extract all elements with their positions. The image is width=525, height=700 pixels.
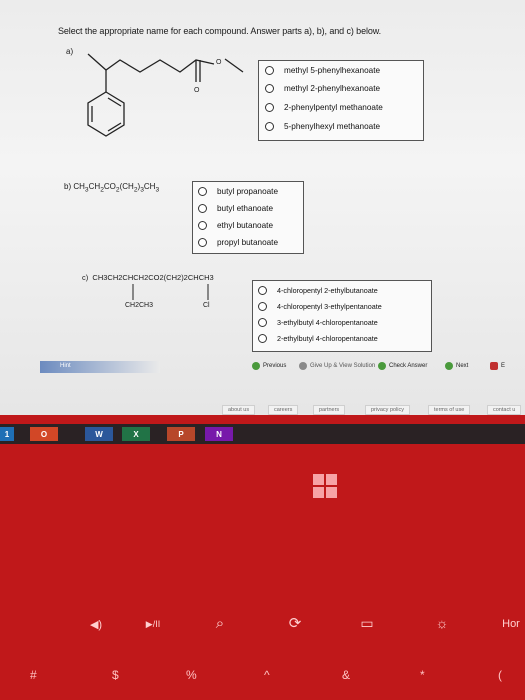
dollar-key[interactable]: $ [112, 668, 119, 682]
question-c-options: 4-chloropentyl 2-ethylbutanoate 4-chloro… [252, 280, 432, 352]
radio-icon[interactable] [258, 286, 267, 295]
instructions: Select the appropriate name for each com… [58, 26, 382, 36]
powerpoint-app-icon[interactable]: P [167, 427, 195, 441]
footer-link[interactable]: terms of use [428, 405, 471, 415]
play-pause-key-icon[interactable]: ▶/II [140, 617, 166, 631]
footer-links: about us careers partners privacy policy… [0, 405, 525, 415]
option-b3[interactable]: ethyl butanoate [198, 221, 273, 230]
share-key-icon[interactable]: ⟳ [285, 614, 305, 632]
paren-key[interactable]: ( [498, 668, 502, 682]
radio-icon[interactable] [258, 334, 267, 343]
option-c1[interactable]: 4-chloropentyl 2-ethylbutanoate [258, 286, 378, 295]
question-b-formula: b) CH3CH2CO2(CH2)3CH3 [64, 182, 160, 194]
give-up-icon [299, 362, 307, 370]
search-key-icon[interactable]: ⌕ [210, 614, 230, 632]
question-b-options: butyl propanoate butyl ethanoate ethyl b… [192, 181, 304, 254]
option-b1[interactable]: butyl propanoate [198, 187, 278, 196]
substituent-ethyl: CH2CH3 [125, 302, 154, 309]
give-up-button[interactable]: Give Up & View Solution [299, 362, 375, 370]
footer-link[interactable]: about us [222, 405, 256, 415]
footer-link[interactable]: careers [268, 405, 299, 415]
option-a3[interactable]: 2-phenylpentyl methanoate [265, 103, 383, 112]
excel-app-icon[interactable]: X [122, 427, 150, 441]
radio-icon[interactable] [198, 238, 207, 247]
settings-key-icon[interactable]: ☼ [432, 614, 452, 632]
substituent-chloro: Cl [203, 302, 210, 309]
hash-key[interactable]: # [30, 668, 37, 682]
radio-icon[interactable] [198, 187, 207, 196]
option-c2[interactable]: 4-chloropentyl 3-ethylpentanoate [258, 302, 382, 311]
devices-key-icon[interactable]: ▭ [357, 614, 377, 632]
oxygen-double-label: O [194, 87, 200, 94]
question-a-label: a) [66, 47, 74, 56]
check-answer-button[interactable]: Check Answer [378, 362, 427, 370]
asterisk-key[interactable]: * [420, 668, 425, 682]
onenote-app-icon[interactable]: N [205, 427, 233, 441]
question-c-formula: c) CH3CH2CHCH2CO2(CH2)2CHCH3 [82, 273, 214, 282]
check-icon [378, 362, 386, 370]
ampersand-key[interactable]: & [342, 668, 350, 682]
structure-a-drawing: O O [87, 53, 244, 137]
volume-key-icon[interactable]: ◀) [86, 617, 106, 631]
previous-button[interactable]: Previous [252, 362, 286, 370]
exit-icon [490, 362, 498, 370]
next-arrow-icon [445, 362, 453, 370]
radio-icon[interactable] [198, 221, 207, 230]
back-arrow-icon [252, 362, 260, 370]
option-b2[interactable]: butyl ethanoate [198, 204, 273, 213]
option-a1[interactable]: methyl 5-phenylhexanoate [265, 66, 380, 75]
radio-icon[interactable] [258, 318, 267, 327]
option-c3[interactable]: 3-ethylbutyl 4-chloropentanoate [258, 318, 378, 327]
footer-link[interactable]: privacy policy [365, 405, 411, 415]
screen: Select the appropriate name for each com… [0, 0, 525, 415]
windows-logo-icon [313, 474, 337, 498]
hint-button[interactable]: Hint [40, 361, 160, 373]
radio-icon[interactable] [258, 302, 267, 311]
radio-icon[interactable] [265, 103, 274, 112]
caret-key[interactable]: ^ [264, 668, 270, 682]
option-b4[interactable]: propyl butanoate [198, 238, 278, 247]
radio-icon[interactable] [265, 66, 274, 75]
taskbar: 1 O W X P N [0, 424, 525, 444]
option-a4[interactable]: 5-phenylhexyl methanoate [265, 122, 380, 131]
radio-icon[interactable] [265, 84, 274, 93]
oxygen-single-label: O [216, 59, 222, 66]
question-a-options: methyl 5-phenylhexanoate methyl 2-phenyl… [258, 60, 424, 141]
option-a2[interactable]: methyl 2-phenylhexanoate [265, 84, 380, 93]
percent-key[interactable]: % [186, 668, 197, 682]
next-button[interactable]: Next [445, 362, 468, 370]
option-c4[interactable]: 2-ethylbutyl 4-chloropentanoate [258, 334, 378, 343]
outlook-app-icon[interactable]: O [30, 427, 58, 441]
answer-toolbar: Hint Previous Give Up & View Solution Ch… [0, 359, 525, 376]
exit-button[interactable]: E [490, 362, 505, 370]
home-key[interactable]: Hor [497, 617, 525, 631]
footer-link[interactable]: contact u [487, 405, 522, 415]
footer-link[interactable]: partners [313, 405, 346, 415]
word-app-icon[interactable]: W [85, 427, 113, 441]
taskbar-number: 1 [0, 427, 14, 441]
radio-icon[interactable] [198, 204, 207, 213]
radio-icon[interactable] [265, 122, 274, 131]
question-page: Select the appropriate name for each com… [0, 0, 525, 415]
